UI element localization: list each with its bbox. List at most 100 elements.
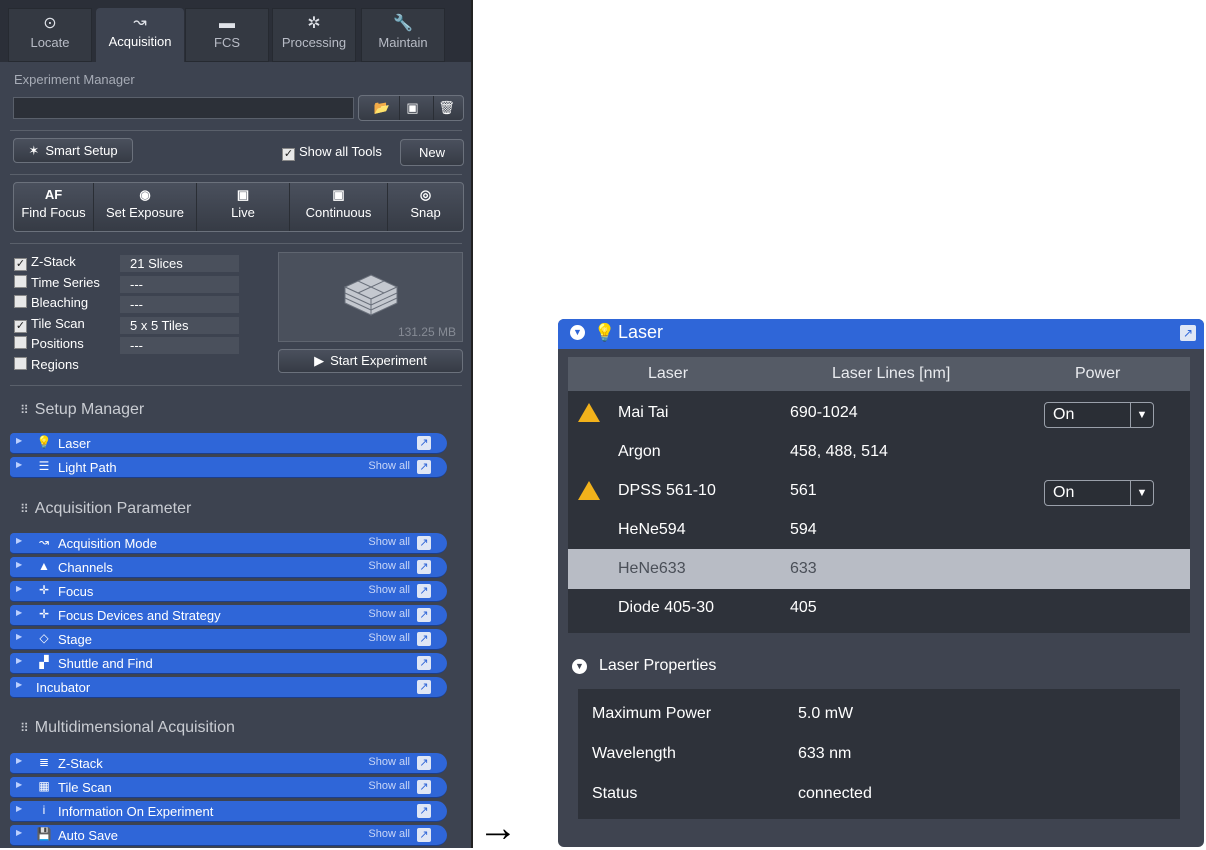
- tool-label: Information On Experiment: [58, 804, 214, 819]
- expand-arrow-icon[interactable]: ▶: [16, 632, 22, 641]
- show-all-toggle[interactable]: Show all: [368, 536, 410, 548]
- expand-arrow-icon[interactable]: ▶: [16, 560, 22, 569]
- dimension-bleaching[interactable]: Bleaching: [14, 295, 88, 313]
- dimension-regions[interactable]: Regions: [14, 356, 79, 375]
- live-button[interactable]: ▣ Live: [197, 183, 290, 231]
- expand-arrow-icon[interactable]: ▶: [16, 780, 22, 789]
- laser-properties-toggle[interactable]: ▼ Laser Properties: [572, 657, 716, 675]
- expand-arrow-icon[interactable]: ▶: [16, 804, 22, 813]
- laser-lines: 561: [790, 482, 817, 499]
- tab-label: Maintain: [378, 35, 428, 50]
- show-all-toggle[interactable]: Show all: [368, 460, 410, 472]
- laser-row[interactable]: Diode 405-30 405: [568, 588, 1190, 628]
- save-icon[interactable]: ▣: [399, 96, 425, 120]
- tab-processing[interactable]: ✲ Processing: [272, 8, 356, 62]
- tool-laser[interactable]: ▶ 💡 Laser ↗: [10, 433, 447, 454]
- continuous-button[interactable]: ▣ Continuous: [290, 183, 388, 231]
- smart-setup-button[interactable]: ✶ Smart Setup: [13, 138, 133, 163]
- dimension-time-series[interactable]: Time Series: [14, 274, 100, 293]
- tab-label: Locate: [30, 35, 70, 50]
- expand-arrow-icon[interactable]: ▶: [16, 656, 22, 665]
- set-exposure-icon: ◉: [139, 187, 151, 202]
- popout-icon[interactable]: ↗: [417, 804, 431, 818]
- tool-z-stack[interactable]: ▶ ≣ Z-Stack Show all ↗: [10, 753, 447, 774]
- checkbox-icon: [14, 274, 27, 288]
- laser-row[interactable]: DPSS 561-10 561 On ▼: [568, 471, 1190, 511]
- laser-row[interactable]: Mai Tai 690-1024 On ▼: [568, 393, 1190, 433]
- popout-icon[interactable]: ↗: [417, 608, 431, 622]
- show-all-toggle[interactable]: Show all: [368, 828, 410, 840]
- show-all-toggle[interactable]: Show all: [368, 560, 410, 572]
- expand-arrow-icon[interactable]: ▶: [16, 680, 22, 689]
- tool-channels[interactable]: ▶ ▲ Channels Show all ↗: [10, 557, 447, 578]
- tool-light-path[interactable]: ▶ ☰ Light Path Show all ↗: [10, 457, 447, 478]
- expand-arrow-icon[interactable]: ▶: [16, 608, 22, 617]
- power-dropdown[interactable]: On ▼: [1044, 402, 1154, 428]
- collapse-icon[interactable]: ▼: [570, 325, 585, 340]
- show-all-toggle[interactable]: Show all: [368, 632, 410, 644]
- popout-icon[interactable]: ↗: [417, 560, 431, 574]
- find-focus-button[interactable]: AF Find Focus: [14, 183, 94, 231]
- popout-icon[interactable]: ↗: [417, 436, 431, 450]
- laser-row[interactable]: Argon 458, 488, 514: [568, 432, 1190, 472]
- laser-warning-icon: [578, 481, 600, 500]
- laser-row[interactable]: HeNe633 633: [568, 549, 1190, 589]
- tool-acquisition-mode[interactable]: ▶ ↝ Acquisition Mode Show all ↗: [10, 533, 447, 554]
- tab-maintain[interactable]: 🔧 Maintain: [361, 8, 445, 62]
- show-all-toggle[interactable]: Show all: [368, 756, 410, 768]
- laser-lines: 690-1024: [790, 404, 858, 421]
- expand-arrow-icon[interactable]: ▶: [16, 536, 22, 545]
- tab-acquisition[interactable]: ↝ Acquisition: [96, 8, 184, 62]
- expand-arrow-icon[interactable]: ▶: [16, 584, 22, 593]
- dimension-positions[interactable]: Positions: [14, 336, 84, 354]
- popout-icon[interactable]: ↗: [417, 536, 431, 550]
- tool-auto-save[interactable]: ▶ 💾 Auto Save Show all ↗: [10, 825, 447, 846]
- tab-label: Acquisition: [108, 34, 172, 49]
- dimension-tile-scan[interactable]: ✓ Tile Scan: [14, 316, 85, 334]
- open-folder-icon[interactable]: 📂: [369, 96, 395, 120]
- popout-icon[interactable]: ↗: [417, 460, 431, 474]
- acquisition-panel: ⊙ Locate ↝ Acquisition ▬ FCS ✲ Processing 🔧 Maint…: [0, 0, 473, 848]
- new-button[interactable]: New: [400, 139, 464, 166]
- laser-panel-header[interactable]: ▼ 💡 Laser ↗: [558, 319, 1204, 349]
- expand-arrow-icon[interactable]: ▶: [16, 436, 22, 445]
- tool-information-on-experiment[interactable]: ▶ i Information On Experiment ↗: [10, 801, 447, 822]
- popout-icon[interactable]: ↗: [417, 756, 431, 770]
- information-on-experiment-icon: i: [42, 803, 46, 817]
- show-all-toggle[interactable]: Show all: [368, 584, 410, 596]
- set-exposure-button[interactable]: ◉ Set Exposure: [94, 183, 197, 231]
- popout-icon[interactable]: ↗: [1180, 325, 1196, 341]
- tab-locate[interactable]: ⊙ Locate: [8, 8, 92, 62]
- popout-icon[interactable]: ↗: [417, 584, 431, 598]
- tab-fcs[interactable]: ▬ FCS: [185, 8, 269, 62]
- dimension-z-stack[interactable]: ✓ Z-Stack: [14, 254, 76, 272]
- checkbox-icon: ✓: [282, 148, 295, 161]
- tool-label: Focus Devices and Strategy: [58, 608, 221, 623]
- expand-arrow-icon[interactable]: ▶: [16, 756, 22, 765]
- power-dropdown[interactable]: On ▼: [1044, 480, 1154, 506]
- show-all-toggle[interactable]: Show all: [368, 608, 410, 620]
- popout-icon[interactable]: ↗: [417, 780, 431, 794]
- tool-stage[interactable]: ▶ ◇ Stage Show all ↗: [10, 629, 447, 650]
- popout-icon[interactable]: ↗: [417, 680, 431, 694]
- tool-focus-devices-and-strategy[interactable]: ▶ ✛ Focus Devices and Strategy Show all ↗: [10, 605, 447, 626]
- delete-icon[interactable]: 🗑: [433, 96, 459, 120]
- popout-icon[interactable]: ↗: [417, 656, 431, 670]
- snap-button[interactable]: ◎ Snap: [388, 183, 463, 231]
- popout-icon[interactable]: ↗: [417, 632, 431, 646]
- tool-focus[interactable]: ▶ ✛ Focus Show all ↗: [10, 581, 447, 602]
- laser-row[interactable]: HeNe594 594: [568, 510, 1190, 550]
- tool-label: Focus: [58, 584, 94, 599]
- experiment-name-field[interactable]: [13, 97, 354, 119]
- play-icon: ▶: [314, 353, 325, 368]
- tool-incubator[interactable]: ▶ Incubator ↗: [10, 677, 447, 698]
- tool-tile-scan[interactable]: ▶ ▦ Tile Scan Show all ↗: [10, 777, 447, 798]
- start-experiment-button[interactable]: ▶ Start Experiment: [278, 349, 463, 373]
- expand-arrow-icon[interactable]: ▶: [16, 828, 22, 837]
- show-all-toggle[interactable]: Show all: [368, 780, 410, 792]
- popout-icon[interactable]: ↗: [417, 828, 431, 842]
- tool-shuttle-and-find[interactable]: ▶ ▞ Shuttle and Find ↗: [10, 653, 447, 674]
- checkbox-icon: ✓: [14, 258, 27, 271]
- show-all-tools-checkbox[interactable]: ✓ Show all Tools: [282, 144, 382, 161]
- expand-arrow-icon[interactable]: ▶: [16, 460, 22, 469]
